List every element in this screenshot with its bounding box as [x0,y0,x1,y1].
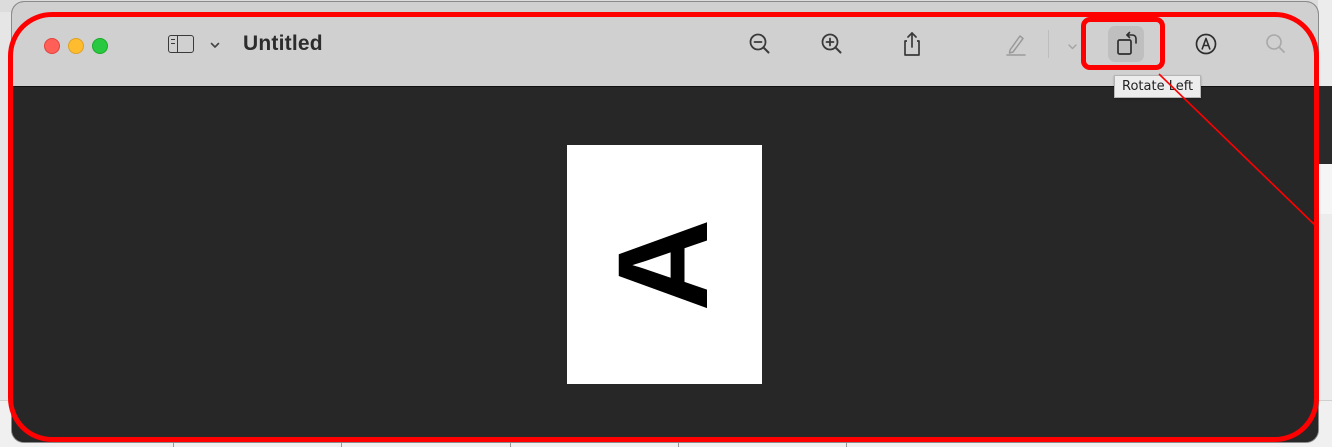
maximize-button[interactable] [92,38,108,54]
page-content: A [567,145,762,384]
page-letter: A [592,218,736,311]
zoom-out-icon[interactable] [746,30,774,58]
chevron-down-icon[interactable] [208,38,222,52]
highlight-options-chevron-icon[interactable] [1059,30,1087,58]
markup-icon[interactable] [1192,30,1220,58]
background-light-band [1318,164,1332,214]
zoom-in-icon[interactable] [818,30,846,58]
toolbar-divider [1048,30,1049,58]
rotate-left-tooltip: Rotate Left [1114,75,1202,98]
background-window-edge [1318,0,1332,447]
minimize-button[interactable] [68,38,84,54]
background-dark-band [1318,86,1332,164]
rotate-left-icon[interactable] [1113,30,1141,58]
sidebar-toggle-icon[interactable] [168,35,194,53]
preview-window: Untitled A [12,2,1318,442]
search-icon[interactable] [1262,30,1290,58]
document-page[interactable]: A [567,145,762,384]
share-icon[interactable] [898,30,926,58]
highlight-pen-icon[interactable] [1002,30,1030,58]
close-button[interactable] [44,38,60,54]
window-title: Untitled [243,32,323,55]
document-viewer: A [12,87,1318,442]
